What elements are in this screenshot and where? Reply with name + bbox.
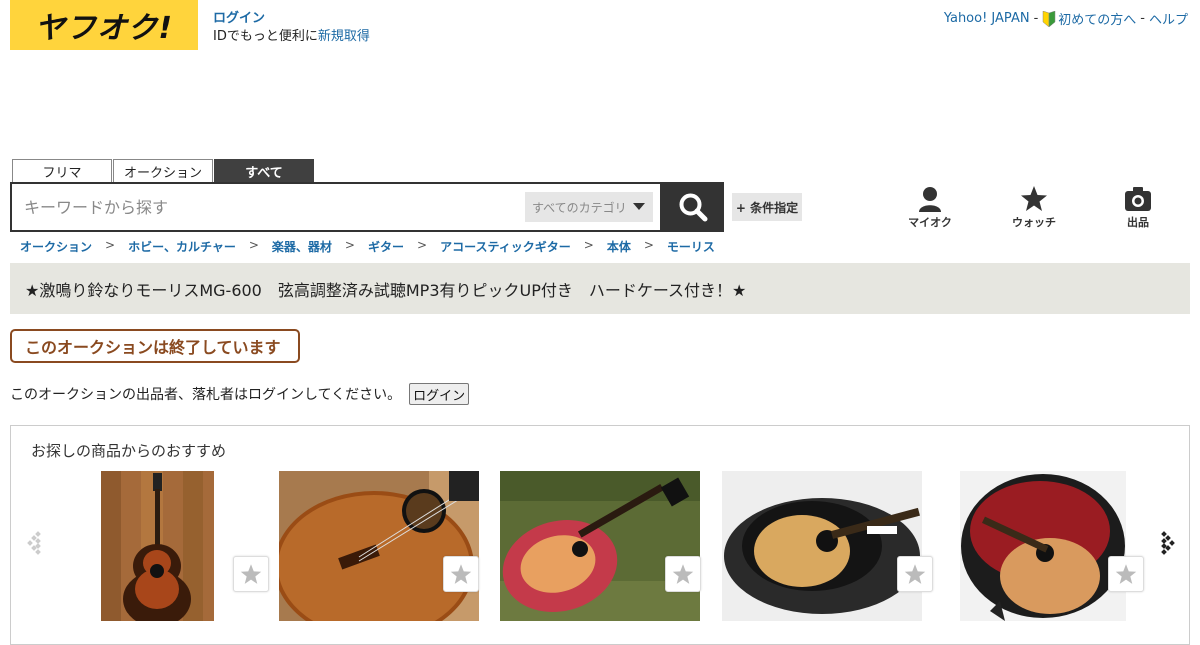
condition-button[interactable]: + 条件指定 — [732, 193, 802, 221]
link-separator: - — [1033, 11, 1039, 26]
watch-star-button[interactable] — [897, 556, 933, 592]
watch-star-button[interactable] — [233, 556, 269, 592]
my-auction-button[interactable]: マイオク — [900, 186, 960, 230]
login-message-row: このオークションの出品者、落札者はログインしてください。 ログイン — [10, 383, 470, 405]
sell-label: 出品 — [1127, 216, 1149, 229]
item-title: ★激鳴り鈴なりモーリスMG-600 弦高調整済み試聴MP3有りピックUP付き ハ… — [25, 280, 747, 300]
breadcrumb-item[interactable]: ギター — [368, 238, 404, 255]
search-box: すべてのカテゴリ — [10, 182, 662, 232]
watch-star-button[interactable] — [665, 556, 701, 592]
star-icon — [672, 563, 694, 584]
breadcrumb-separator: > — [417, 238, 428, 252]
login-link[interactable]: ログイン — [213, 11, 265, 26]
signup-link[interactable]: 新規取得 — [318, 29, 370, 44]
star-icon — [904, 563, 926, 584]
recommendation-title: お探しの商品からのおすすめ — [31, 442, 227, 460]
login-sub-text: IDでもっと便利に — [213, 29, 318, 44]
yahuoku-logo[interactable]: ヤフオク! — [10, 0, 198, 50]
auction-ended-badge: このオークションは終了しています — [10, 329, 300, 363]
search-input[interactable] — [24, 193, 524, 221]
login-block: ログイン IDでもっと便利に新規取得 — [213, 10, 370, 46]
breadcrumb-separator: > — [583, 238, 594, 252]
star-icon — [240, 563, 262, 584]
watch-star-button[interactable] — [443, 556, 479, 592]
yahoo-japan-link[interactable]: Yahoo! JAPAN — [944, 11, 1030, 26]
camera-icon — [1125, 187, 1151, 211]
breadcrumb-item[interactable]: 本体 — [607, 238, 631, 255]
sell-button[interactable]: 出品 — [1108, 186, 1168, 230]
star-icon — [450, 563, 472, 584]
breadcrumb-item[interactable]: 楽器、器材 — [272, 238, 332, 255]
search-icon — [679, 193, 708, 222]
item-title-bar: ★激鳴り鈴なりモーリスMG-600 弦高調整済み試聴MP3有りピックUP付き ハ… — [10, 263, 1190, 314]
search-tabs: フリマ オークション すべて — [12, 159, 315, 183]
category-select-value: すべてのカテゴリ — [532, 200, 627, 215]
login-message: このオークションの出品者、落札者はログインしてください。 — [10, 387, 402, 403]
recommendation-panel: お探しの商品からのおすすめ — [10, 425, 1190, 645]
breadcrumb-item[interactable]: ホビー、カルチャー — [128, 238, 236, 255]
item-photo-sunburst-guitar[interactable] — [101, 471, 214, 621]
breadcrumb-separator: > — [248, 238, 259, 252]
top-links: Yahoo! JAPAN - 初めての方へ - ヘルプ — [944, 9, 1188, 28]
watch-star-button[interactable] — [1108, 556, 1144, 592]
tab-all[interactable]: すべて — [214, 159, 314, 183]
star-icon — [1115, 563, 1137, 584]
breadcrumb-separator: > — [344, 238, 355, 252]
item-photo-red-dove-guitar[interactable] — [500, 471, 700, 621]
carousel-prev-icon[interactable] — [25, 526, 47, 560]
login-button[interactable]: ログイン — [409, 383, 470, 405]
help-link[interactable]: ヘルプ — [1149, 9, 1188, 28]
breadcrumb-separator: > — [105, 238, 116, 252]
beginners-label: 初めての方へ — [1058, 13, 1137, 28]
breadcrumb-item[interactable]: オークション — [20, 238, 92, 255]
beginner-mark-icon — [1043, 11, 1056, 27]
watch-label: ウォッチ — [1012, 216, 1056, 229]
breadcrumb: オークション > ホビー、カルチャー > 楽器、器材 > ギター > アコースティックギ… — [20, 238, 715, 255]
item-photo-guitar-in-red-case[interactable] — [960, 471, 1126, 621]
tab-auction[interactable]: オークション — [113, 159, 213, 183]
category-select[interactable]: すべてのカテゴリ — [525, 192, 653, 222]
star-icon — [1021, 186, 1047, 211]
chevron-down-icon — [633, 203, 645, 210]
watch-button[interactable]: ウォッチ — [1004, 186, 1064, 230]
carousel-next-icon[interactable] — [1155, 526, 1177, 560]
search-button[interactable] — [662, 182, 724, 232]
item-photo-natural-guitar-in-case[interactable] — [722, 471, 922, 621]
my-auction-label: マイオク — [908, 216, 952, 229]
item-photo-classical-guitar[interactable] — [279, 471, 479, 621]
breadcrumb-item[interactable]: モーリス — [667, 238, 715, 255]
tab-flea-market[interactable]: フリマ — [12, 159, 112, 183]
breadcrumb-separator: > — [643, 238, 654, 252]
link-separator: - — [1140, 11, 1145, 26]
breadcrumb-item[interactable]: アコースティックギター — [440, 238, 571, 255]
user-icon — [919, 187, 941, 212]
beginners-link[interactable]: 初めての方へ — [1042, 9, 1136, 28]
